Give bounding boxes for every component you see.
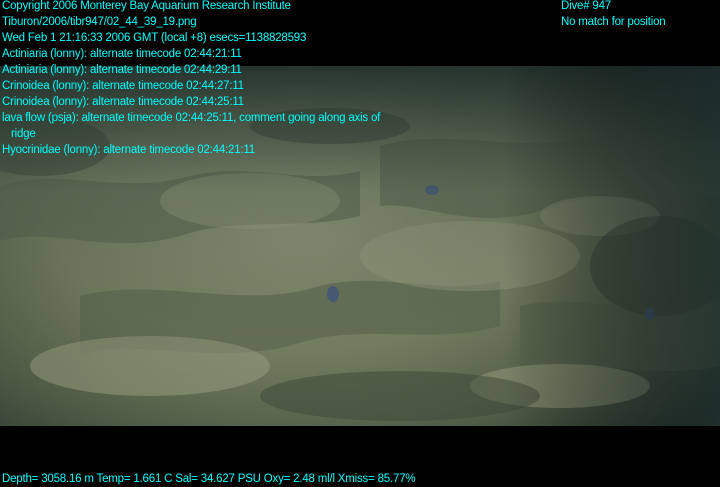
annotation-line: Actiniaria (lonny): alternate timecode 0… bbox=[2, 48, 242, 60]
annotation-line: Actiniaria (lonny): alternate timecode 0… bbox=[2, 64, 242, 76]
annotation-line: Crinoidea (lonny): alternate timecode 02… bbox=[2, 80, 244, 92]
timestamp-text: Wed Feb 1 21:16:33 2006 GMT (local +8) e… bbox=[2, 32, 307, 44]
annotation-line: lava flow (psja): alternate timecode 02:… bbox=[2, 112, 381, 124]
video-frame: Copyright 2006 Monterey Bay Aquarium Res… bbox=[0, 0, 720, 486]
annotation-line: ridge bbox=[2, 128, 36, 140]
annotation-line: Crinoidea (lonny): alternate timecode 02… bbox=[2, 96, 244, 108]
telemetry-readout: Depth= 3058.16 m Temp= 1.661 C Sal= 34.6… bbox=[2, 473, 416, 485]
position-status-text: No match for position bbox=[561, 16, 666, 28]
annotation-line: Hyocrinidae (lonny): alternate timecode … bbox=[2, 144, 255, 156]
copyright-text: Copyright 2006 Monterey Bay Aquarium Res… bbox=[2, 0, 291, 12]
file-path-text: Tiburon/2006/tibr947/02_44_39_19.png bbox=[2, 16, 197, 28]
dive-number-text: Dive# 947 bbox=[561, 0, 611, 12]
